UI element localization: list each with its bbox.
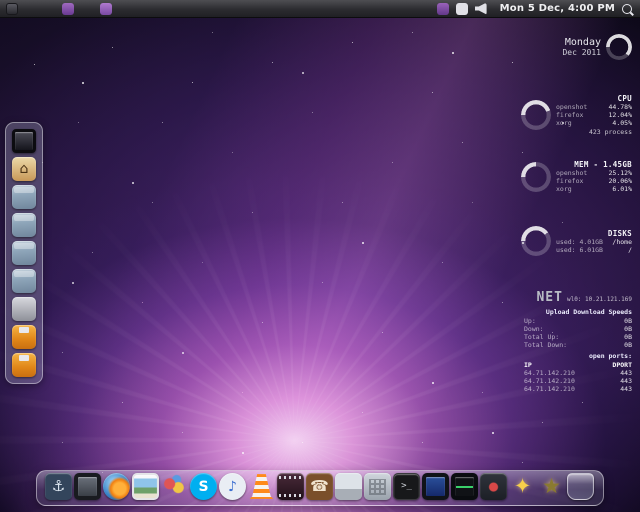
net-title: NET (536, 290, 563, 305)
cpu-process-row: xorg 4.05% (556, 119, 632, 127)
menubar: Mon 5 Dec, 4:00 PM (0, 0, 640, 18)
net-speed-row: Total Up: 0B (524, 333, 632, 341)
mem-ring (521, 161, 551, 192)
app-indicator-icon[interactable] (100, 2, 112, 15)
package-manager-icon[interactable] (480, 473, 507, 500)
terminal-icon[interactable]: >_ (393, 473, 420, 500)
contacts-icon[interactable]: ☎ (306, 473, 333, 500)
net-port-row: 64.71.142.210 443 (524, 369, 632, 377)
usb-drive-2-icon[interactable] (12, 353, 36, 377)
cpu-ring (521, 100, 551, 130)
videos-folder-icon[interactable] (12, 269, 36, 293)
microphone-indicator-icon[interactable] (455, 2, 468, 15)
trash-icon[interactable] (567, 473, 594, 500)
cpu-title: CPU (617, 94, 632, 103)
net-speed-row: Up: 0B (524, 317, 632, 325)
cpu-widget: CPU openshot 44.78% firefox 12.04% xorg 4.05%… (521, 94, 632, 136)
calendar-date: Dec 2011 (562, 48, 601, 57)
media-indicator-icon[interactable] (436, 2, 449, 15)
mem-widget: MEM - 1.45GB openshot 25.12% firefox 20.06%… (521, 160, 632, 193)
usb-drive-1-icon[interactable] (12, 325, 36, 349)
disk-usage-row: used: 4.01GB/home (556, 237, 632, 246)
net-header: NET wl0: 10.21.121.169 (524, 290, 632, 305)
documents-folder-icon[interactable] (12, 185, 36, 209)
net-speed-row: Total Down: 0B (524, 341, 632, 349)
menubar-right: Mon 5 Dec, 4:00 PM (436, 2, 634, 15)
net-port-row: 64.71.142.210 443 (524, 385, 632, 393)
workspace-indicator-icon[interactable] (62, 2, 74, 15)
net-col-ip: IP (524, 361, 532, 369)
drive-icon[interactable] (12, 297, 36, 321)
net-col-dport: DPORT (612, 361, 632, 369)
cpu-footer: 423 process (588, 128, 632, 136)
display-icon[interactable] (12, 129, 36, 153)
net-ports-header-row: IP DPORT (524, 361, 632, 369)
net-port-row: 64.71.142.210 443 (524, 377, 632, 385)
mem-process-row: openshot 25.12% (556, 169, 632, 177)
clock-widget: Monday Dec 2011 (562, 34, 632, 60)
distro-menu-icon[interactable] (6, 2, 18, 15)
calendar-text: Monday Dec 2011 (562, 37, 601, 57)
itunes-icon[interactable]: ♪ (219, 473, 246, 500)
balloons-icon[interactable] (161, 473, 188, 500)
firefox-icon[interactable] (103, 473, 130, 500)
mem-process-row: firefox 20.06% (556, 177, 632, 185)
skype-icon[interactable]: S (190, 473, 217, 500)
calendar-weekday: Monday (564, 37, 601, 48)
cpu-process-row: firefox 12.04% (556, 111, 632, 119)
disks-title: DISKS (607, 228, 632, 238)
clock-ring (606, 34, 632, 60)
disks-text: DISKS used: 4.01GB/home used: 6.01GB / (556, 229, 632, 254)
volume-indicator-icon[interactable] (474, 2, 487, 15)
menubar-clock[interactable]: Mon 5 Dec, 4:00 PM (500, 3, 615, 14)
system-monitor-icon[interactable] (451, 473, 478, 500)
cpu-text: CPU openshot 44.78% firefox 12.04% xorg 4.05%… (556, 94, 632, 136)
aurora-rays (0, 0, 640, 512)
menubar-indicator-icons (436, 2, 487, 15)
net-widget: NET wl0: 10.21.121.169 Upload Download S… (524, 290, 632, 393)
menubar-left-icons (6, 2, 112, 15)
displays-icon[interactable] (422, 473, 449, 500)
bottom-dock: ⚓ S ♪ ☎ >_ ✦ ★ (45, 473, 594, 500)
music-folder-icon[interactable] (12, 213, 36, 237)
calculator-icon[interactable] (364, 473, 391, 500)
disks-ring (521, 226, 551, 256)
disk-usage-row: used: 6.01GB / (556, 245, 632, 254)
net-ports-title: open ports: (588, 352, 632, 360)
mem-text: MEM - 1.45GB openshot 25.12% firefox 20.06%… (556, 160, 632, 193)
cpu-process-row: openshot 44.78% (556, 103, 632, 111)
mem-title: MEM - 1.45GB (574, 160, 632, 169)
vlc-icon[interactable] (249, 474, 274, 499)
left-dock: ⌂ (5, 122, 43, 384)
pictures-folder-icon[interactable] (12, 241, 36, 265)
desktop: Mon 5 Dec, 4:00 PM ⌂ Monday Dec 2011 CPU… (0, 0, 640, 512)
sparkle-star-icon[interactable]: ✦ (509, 473, 536, 500)
spotlight-search-icon[interactable] (622, 3, 632, 14)
anchor-app-icon[interactable]: ⚓ (45, 473, 72, 500)
dock-settings-icon[interactable] (74, 473, 101, 500)
movie-player-icon[interactable] (277, 473, 304, 500)
mem-process-row: xorg 6.01% (556, 185, 632, 193)
home-folder-icon[interactable]: ⌂ (12, 157, 36, 181)
photos-icon[interactable] (132, 473, 159, 500)
hard-drive-icon[interactable] (335, 473, 362, 500)
net-ports-table: IP DPORT 64.71.142.210 443 64.71.142.210 44… (524, 361, 632, 393)
net-speeds-title: Upload Download Speeds (545, 308, 632, 316)
dark-star-icon[interactable]: ★ (538, 473, 565, 500)
net-speed-row: Down: 0B (524, 325, 632, 333)
disks-widget: DISKS used: 4.01GB/home used: 6.01GB / (521, 226, 632, 256)
net-interface: wl0: 10.21.121.169 (566, 296, 632, 303)
